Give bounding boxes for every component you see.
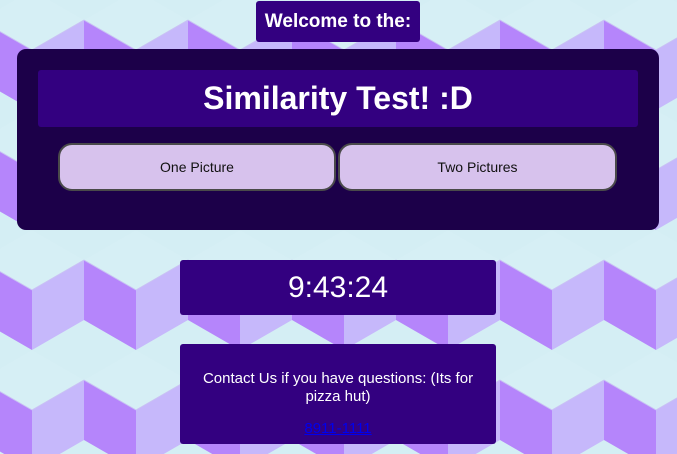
two-pictures-button[interactable]: Two Pictures (338, 143, 617, 191)
phone-link[interactable]: 8911-1111 (304, 420, 371, 437)
page-title: Similarity Test! :D (38, 70, 638, 127)
welcome-banner: Welcome to the: (256, 1, 420, 42)
one-picture-button[interactable]: One Picture (58, 143, 336, 191)
clock-display: 9:43:24 (180, 260, 496, 315)
contact-message: Contact Us if you have questions: (Its f… (202, 370, 474, 405)
main-panel: Similarity Test! :D One Picture Two Pict… (17, 49, 659, 230)
contact-panel: Contact Us if you have questions: (Its f… (180, 344, 496, 444)
